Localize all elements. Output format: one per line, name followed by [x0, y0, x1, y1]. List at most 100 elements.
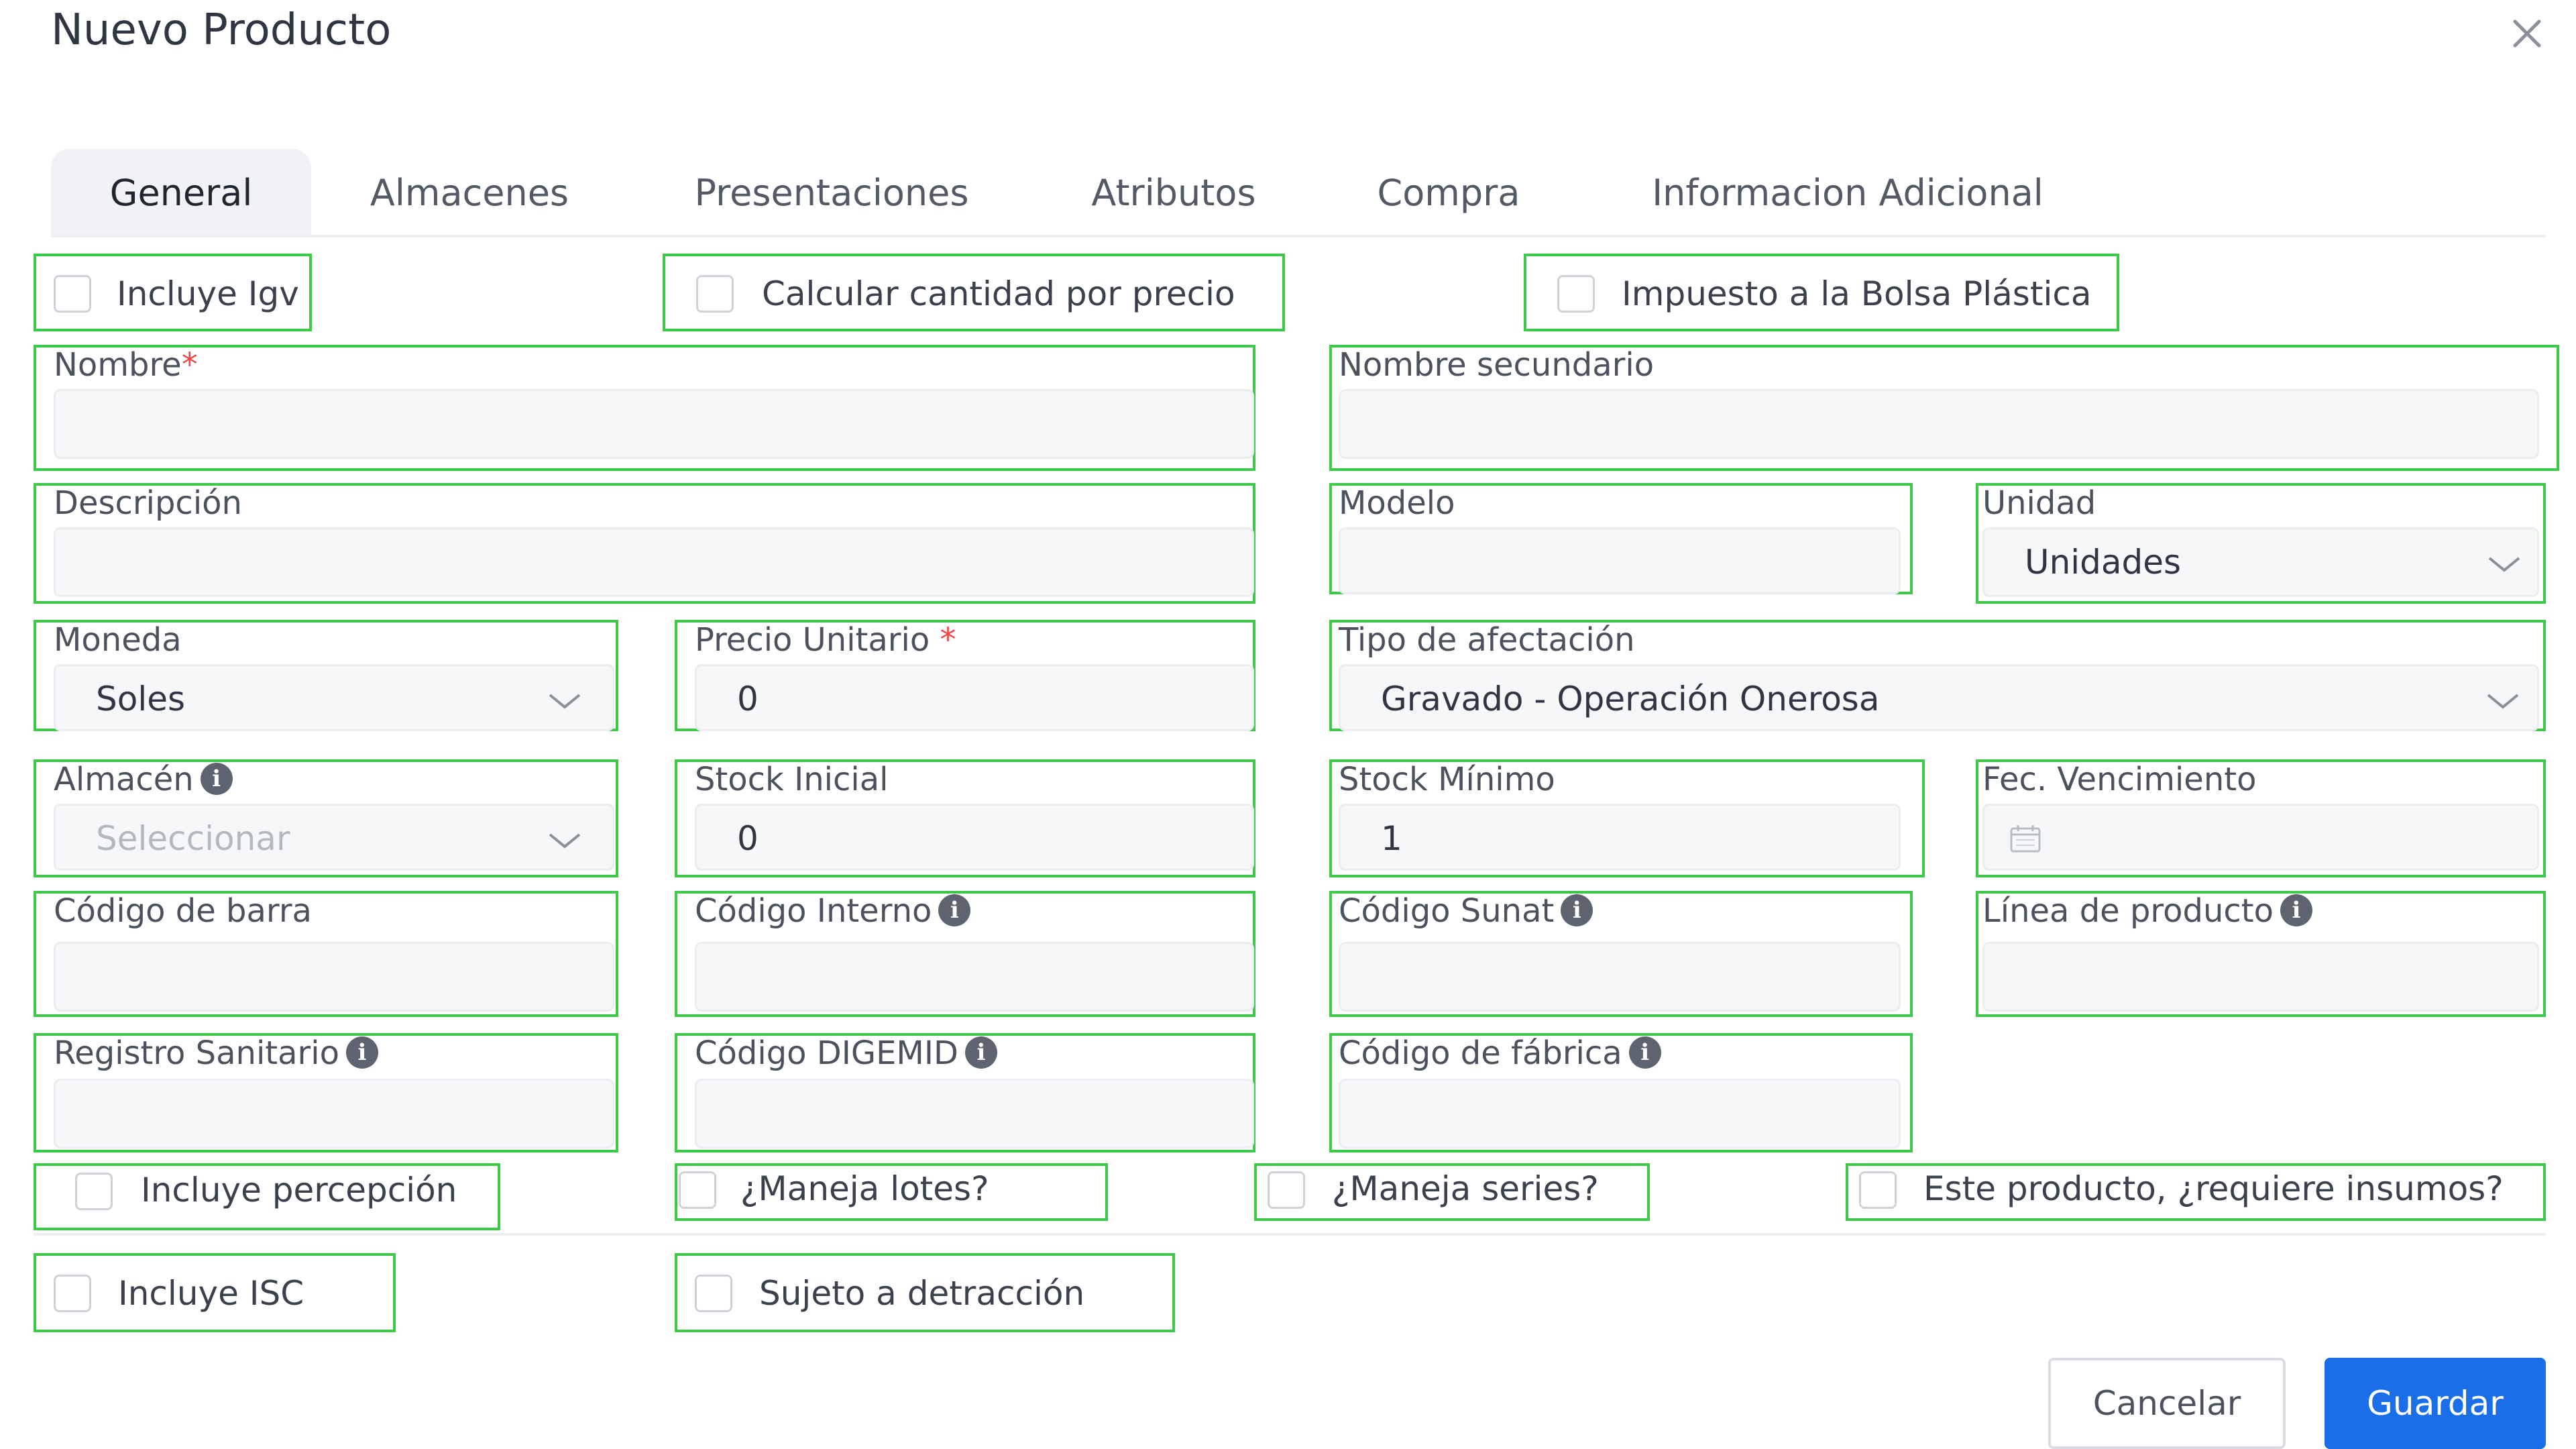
maneja-series-checkbox[interactable]	[1268, 1171, 1305, 1209]
descripcion-field-group: Descripción	[34, 483, 1255, 604]
codigo-barra-field-group: Código de barra	[34, 891, 618, 1017]
moneda-field-group: Moneda Soles	[34, 620, 618, 731]
chevron-down-icon	[2488, 557, 2520, 572]
unidad-value: Unidades	[2025, 543, 2182, 582]
info-icon[interactable]: i	[938, 894, 971, 926]
codigo-digemid-label: Código DIGEMID i	[695, 1033, 997, 1073]
almacen-field-group: Almacén i Seleccionar	[34, 759, 618, 877]
incluye-igv-checkbox[interactable]	[54, 275, 91, 313]
descripcion-input[interactable]	[54, 527, 1254, 597]
precio-unitario-field-group: Precio Unitario * 0	[675, 620, 1255, 731]
info-icon[interactable]: i	[964, 1036, 997, 1069]
impuesto-bolsa-label: Impuesto a la Bolsa Plástica	[1622, 274, 2092, 313]
fec-vencimiento-field-group: Fec. Vencimiento	[1976, 759, 2546, 877]
section-divider	[34, 1233, 2546, 1236]
linea-producto-label: Línea de producto i	[1982, 891, 2312, 931]
codigo-interno-input[interactable]	[695, 942, 1254, 1012]
linea-producto-input[interactable]	[1982, 942, 2539, 1012]
close-icon[interactable]	[2500, 7, 2554, 60]
codigo-digemid-field-group: Código DIGEMID i	[675, 1033, 1255, 1152]
stock-inicial-label: Stock Inicial	[695, 761, 889, 798]
moneda-select[interactable]: Soles	[54, 664, 614, 731]
codigo-fabrica-input[interactable]	[1339, 1079, 1901, 1148]
requiere-insumos-checkbox[interactable]	[1859, 1171, 1897, 1209]
chevron-down-icon	[549, 833, 581, 849]
linea-producto-field-group: Línea de producto i	[1976, 891, 2546, 1017]
sujeto-detraccion-checkbox[interactable]	[695, 1275, 732, 1312]
moneda-label: Moneda	[54, 621, 182, 659]
tipo-afectacion-select[interactable]: Gravado - Operación Onerosa	[1339, 664, 2539, 731]
incluye-isc-label: Incluye ISC	[118, 1274, 304, 1313]
incluye-percepcion-label: Incluye percepción	[141, 1171, 457, 1210]
modelo-label: Modelo	[1339, 484, 1455, 522]
info-icon[interactable]: i	[1561, 894, 1593, 926]
maneja-lotes-label: ¿Maneja lotes?	[740, 1169, 989, 1208]
tab-atributos[interactable]: Atributos	[1073, 149, 1274, 237]
info-icon[interactable]: i	[2280, 894, 2312, 926]
almacen-select[interactable]: Seleccionar	[54, 804, 614, 871]
tab-compra[interactable]: Compra	[1355, 149, 1543, 237]
incluye-percepcion-option[interactable]: Incluye percepción	[34, 1163, 500, 1230]
incluye-igv-label: Incluye Igv	[117, 274, 299, 313]
descripcion-label: Descripción	[54, 484, 242, 522]
new-product-dialog: Nuevo Producto General Almacenes Present…	[0, 0, 2576, 1449]
incluye-isc-checkbox[interactable]	[54, 1275, 91, 1312]
impuesto-bolsa-checkbox[interactable]	[1557, 275, 1595, 313]
codigo-barra-input[interactable]	[54, 942, 614, 1012]
stock-minimo-input[interactable]: 1	[1339, 804, 1901, 871]
maneja-lotes-checkbox[interactable]	[679, 1171, 716, 1209]
tab-presentaciones[interactable]: Presentaciones	[677, 149, 986, 237]
chevron-down-icon	[2487, 694, 2519, 709]
nombre-field-group: Nombre*	[34, 345, 1255, 471]
incluye-igv-option[interactable]: Incluye Igv	[34, 254, 312, 331]
unidad-select[interactable]: Unidades	[1982, 527, 2539, 597]
nombre-secundario-input[interactable]	[1339, 389, 2539, 459]
codigo-sunat-field-group: Código Sunat i	[1329, 891, 1913, 1017]
tab-general[interactable]: General	[51, 149, 311, 237]
info-icon[interactable]: i	[200, 763, 233, 795]
codigo-fabrica-field-group: Código de fábrica i	[1329, 1033, 1913, 1152]
incluye-percepcion-checkbox[interactable]	[75, 1173, 113, 1210]
codigo-sunat-input[interactable]	[1339, 942, 1901, 1012]
info-icon[interactable]: i	[345, 1036, 378, 1069]
incluye-isc-option[interactable]: Incluye ISC	[34, 1253, 396, 1332]
unidad-field-group: Unidad Unidades	[1976, 483, 2546, 604]
codigo-sunat-label: Código Sunat i	[1339, 891, 1593, 931]
chevron-down-icon	[549, 694, 581, 709]
unidad-label: Unidad	[1982, 484, 2096, 522]
calendar-icon[interactable]	[2009, 824, 2041, 853]
tab-informacion-adicional[interactable]: Informacion Adicional	[1616, 149, 2079, 237]
stock-minimo-label: Stock Mínimo	[1339, 761, 1555, 798]
fec-vencimiento-input[interactable]	[1982, 804, 2539, 871]
maneja-lotes-option[interactable]: ¿Maneja lotes?	[675, 1163, 1108, 1221]
info-icon[interactable]: i	[1628, 1036, 1661, 1069]
registro-sanitario-input[interactable]	[54, 1079, 614, 1148]
save-button[interactable]: Guardar	[2325, 1358, 2546, 1449]
cancel-button[interactable]: Cancelar	[2048, 1358, 2286, 1449]
calcular-cantidad-label: Calcular cantidad por precio	[762, 274, 1235, 313]
codigo-interno-field-group: Código Interno i	[675, 891, 1255, 1017]
impuesto-bolsa-option[interactable]: Impuesto a la Bolsa Plástica	[1524, 254, 2119, 331]
precio-unitario-input[interactable]: 0	[695, 664, 1254, 731]
stock-inicial-input[interactable]: 0	[695, 804, 1254, 871]
dialog-title: Nuevo Producto	[51, 5, 392, 55]
codigo-fabrica-label: Código de fábrica i	[1339, 1033, 1661, 1073]
codigo-digemid-input[interactable]	[695, 1079, 1254, 1148]
modelo-input[interactable]	[1339, 527, 1901, 594]
tab-almacenes[interactable]: Almacenes	[349, 149, 590, 237]
nombre-input[interactable]	[54, 389, 1254, 459]
sujeto-detraccion-option[interactable]: Sujeto a detracción	[675, 1253, 1175, 1332]
fec-vencimiento-label: Fec. Vencimiento	[1982, 761, 2257, 798]
requiere-insumos-option[interactable]: Este producto, ¿requiere insumos?	[1846, 1163, 2546, 1221]
precio-unitario-label: Precio Unitario *	[695, 621, 956, 659]
codigo-interno-label: Código Interno i	[695, 891, 971, 931]
registro-sanitario-field-group: Registro Sanitario i	[34, 1033, 618, 1152]
nombre-secundario-field-group: Nombre secundario	[1329, 345, 2559, 471]
tab-divider	[51, 235, 2546, 237]
moneda-value: Soles	[96, 680, 186, 718]
stock-minimo-field-group: Stock Mínimo 1	[1329, 759, 1925, 877]
calcular-cantidad-option[interactable]: Calcular cantidad por precio	[663, 254, 1285, 331]
maneja-series-label: ¿Maneja series?	[1332, 1169, 1599, 1208]
calcular-cantidad-checkbox[interactable]	[696, 275, 734, 313]
maneja-series-option[interactable]: ¿Maneja series?	[1254, 1163, 1650, 1221]
